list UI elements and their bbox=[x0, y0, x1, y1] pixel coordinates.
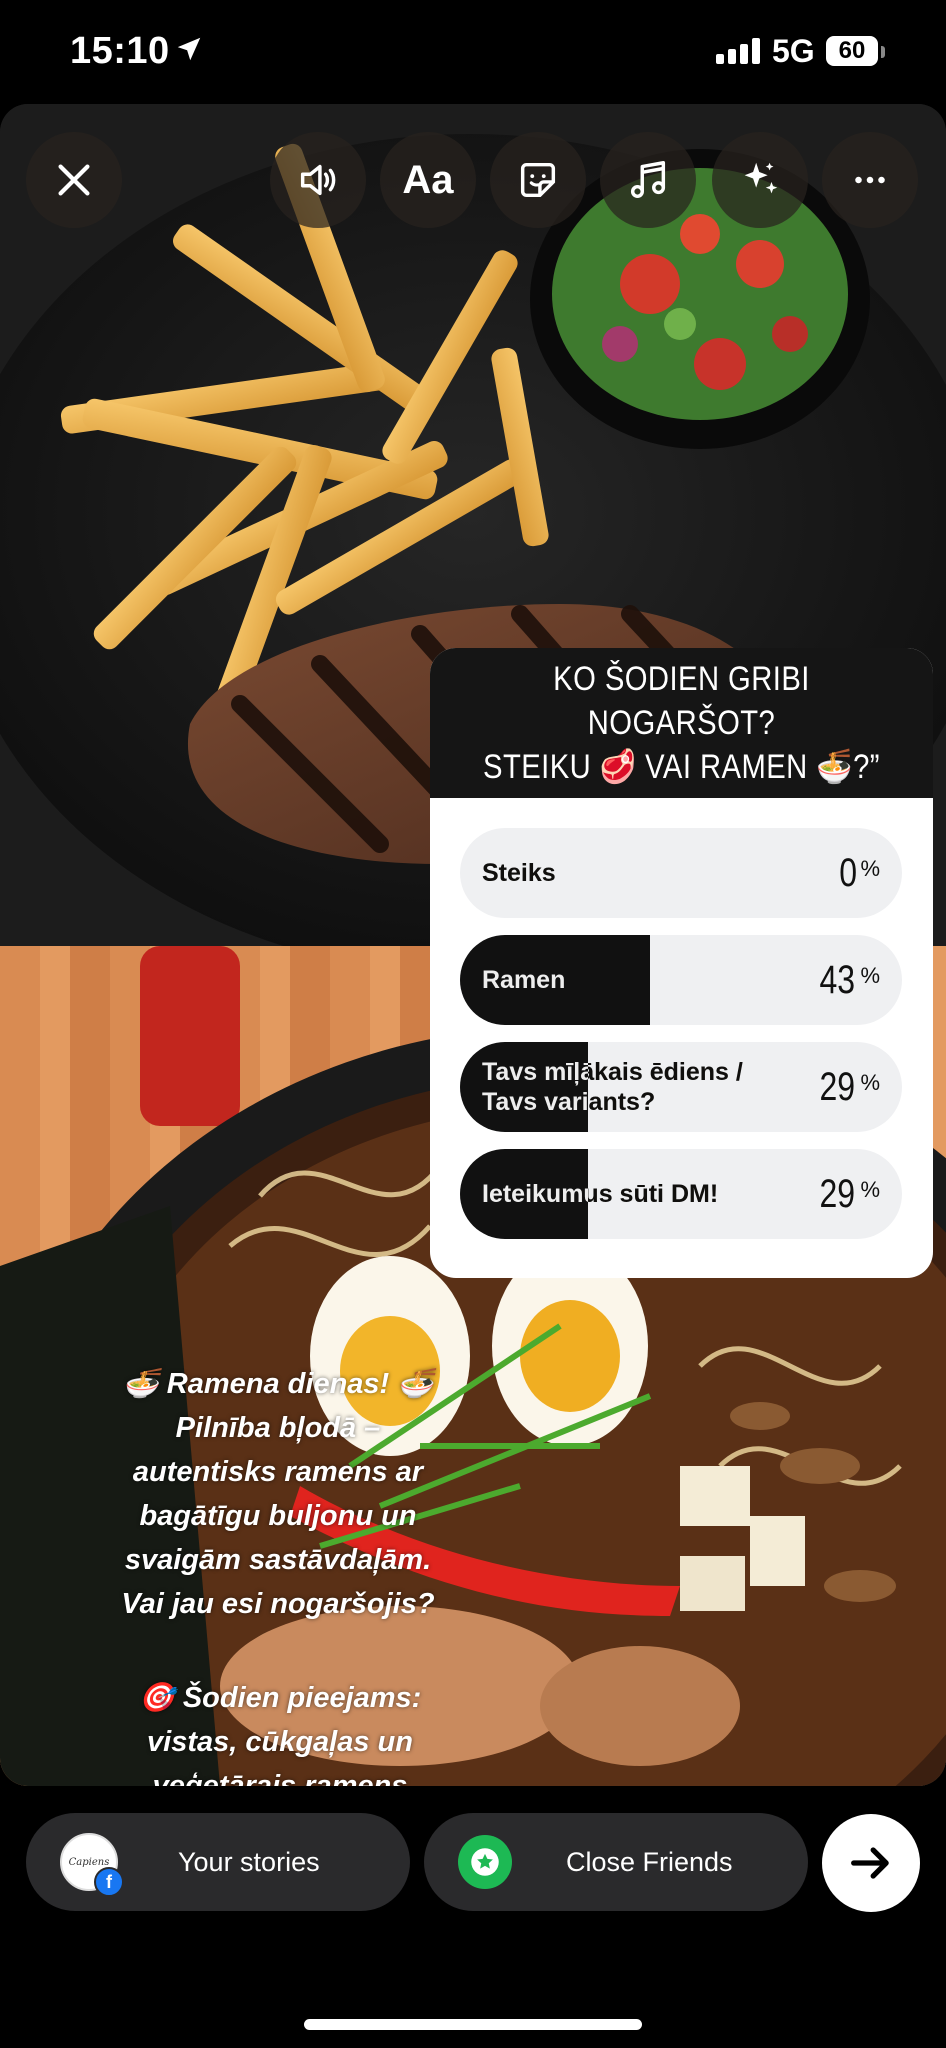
poll-option-label: Ramen bbox=[482, 966, 566, 994]
poll-option-percent: 29% bbox=[819, 1064, 880, 1109]
location-arrow-icon bbox=[177, 37, 201, 61]
poll-option-label: Tavs mīļākais ēdiens / Tavs variants? bbox=[482, 1058, 743, 1116]
poll-question: KO ŠODIEN GRIBI NOGARŠOT? STEIKU 🥩 VAI R… bbox=[483, 660, 880, 786]
poll-option-percent: 29% bbox=[819, 1171, 880, 1216]
status-time: 15:10 bbox=[70, 30, 170, 72]
sparkles-icon bbox=[744, 162, 778, 194]
battery-indicator: 60 bbox=[826, 36, 878, 66]
poll-header: KO ŠODIEN GRIBI NOGARŠOT? STEIKU 🥩 VAI R… bbox=[430, 648, 933, 798]
close-friends-button[interactable]: Close Friends bbox=[424, 1813, 808, 1911]
your-stories-button[interactable]: Capiens f Your stories bbox=[26, 1813, 410, 1911]
more-button[interactable] bbox=[822, 132, 918, 228]
sticker-button[interactable] bbox=[490, 132, 586, 228]
poll-option-label: Ieteikumus sūti DM! bbox=[482, 1180, 719, 1208]
facebook-icon: f bbox=[94, 1867, 124, 1897]
speaker-icon bbox=[300, 164, 336, 196]
close-button[interactable] bbox=[26, 132, 122, 228]
your-stories-label: Your stories bbox=[178, 1846, 320, 1877]
arrow-right-icon bbox=[851, 1847, 889, 1879]
text-aa-label: Aa bbox=[402, 157, 454, 202]
effects-button[interactable] bbox=[712, 132, 808, 228]
music-note-icon bbox=[630, 161, 666, 199]
poll-option-favourite[interactable]: Tavs mīļākais ēdiens / Tavs variants? 29… bbox=[460, 1042, 902, 1132]
text-button[interactable]: Aa bbox=[380, 132, 476, 228]
music-button[interactable] bbox=[600, 132, 696, 228]
status-bar: 15:10 5G 60 bbox=[0, 0, 946, 105]
signal-icon bbox=[716, 38, 760, 64]
more-icon bbox=[855, 176, 885, 184]
poll-option-steiks[interactable]: Steiks 0% bbox=[460, 828, 902, 918]
network-type: 5G bbox=[772, 33, 815, 69]
poll-option-percent: 0% bbox=[839, 850, 880, 895]
close-friends-star-icon bbox=[458, 1835, 512, 1889]
battery-nub bbox=[881, 46, 885, 58]
send-button[interactable] bbox=[822, 1814, 920, 1912]
poll-option-ramen[interactable]: Ramen 43% bbox=[460, 935, 902, 1025]
poll-option-label: Steiks bbox=[482, 859, 556, 887]
poll-sticker[interactable]: KO ŠODIEN GRIBI NOGARŠOT? STEIKU 🥩 VAI R… bbox=[430, 648, 933, 1278]
sticker-icon bbox=[520, 162, 556, 198]
poll-option-dm[interactable]: Ieteikumus sūti DM! 29% bbox=[460, 1149, 902, 1239]
story-caption[interactable]: 🍜 Ramena dienas! 🍜 Pilnība bļodā – auten… bbox=[68, 1362, 488, 1626]
home-indicator[interactable] bbox=[304, 2019, 642, 2030]
avatar: Capiens f bbox=[60, 1833, 124, 1897]
close-friends-label: Close Friends bbox=[566, 1846, 733, 1877]
poll-option-percent: 43% bbox=[819, 957, 880, 1002]
sound-button[interactable] bbox=[270, 132, 366, 228]
story-caption-secondary[interactable]: 🎯 Šodien pieejams: vistas, cūkgaļas un v… bbox=[90, 1676, 470, 1786]
story-canvas[interactable]: Aa KO ŠODIEN GRIBI NOGARŠOT? STEIKU 🥩 VA… bbox=[0, 104, 946, 1786]
close-icon bbox=[58, 164, 90, 196]
